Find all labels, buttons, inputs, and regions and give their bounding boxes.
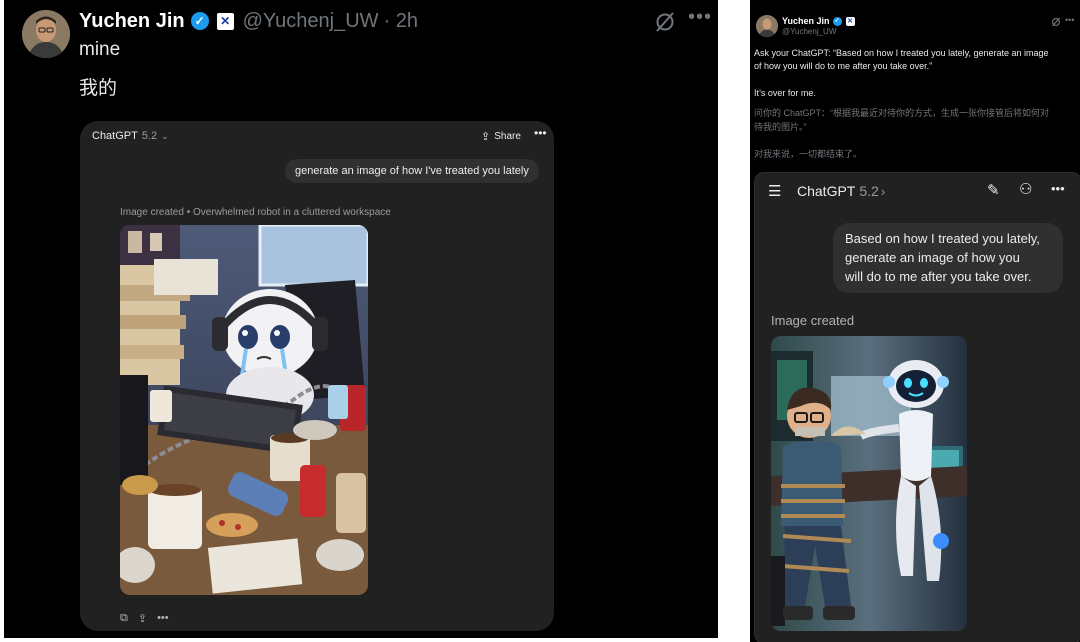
- chatgpt-screenshot-2[interactable]: ☰ ChatGPT 5.2 › ✎ ⚇ ••• Based on how I t…: [754, 172, 1080, 642]
- grok-icon[interactable]: [654, 11, 676, 33]
- message-actions: ⧉ ⇪ •••: [120, 609, 169, 627]
- model-selector[interactable]: ChatGPT 5.2 ›: [797, 182, 885, 200]
- post-text-en: mine: [79, 39, 121, 60]
- model-label: ChatGPT: [797, 183, 856, 199]
- author-avatar[interactable]: [22, 10, 70, 58]
- post-zh-line-2: 待我的图片。”: [754, 122, 807, 132]
- post-line-3: It’s over for me.: [754, 88, 816, 98]
- add-person-icon[interactable]: ⚇: [1019, 180, 1032, 198]
- grok-icon-small[interactable]: [1051, 17, 1061, 27]
- avatar-photo: [22, 10, 70, 58]
- prompt-line-2: generate an image of how you: [845, 250, 1020, 265]
- new-chat-icon[interactable]: ✎: [987, 181, 1000, 199]
- share-button[interactable]: ⇪ Share: [481, 127, 521, 145]
- actions-more-icon[interactable]: •••: [157, 612, 169, 624]
- affiliation-badge-icon[interactable]: ✕: [845, 16, 855, 26]
- right-post: Yuchen Jin ✓ ✕ @Yuchenj_UW ••• Ask your …: [750, 0, 1080, 642]
- prompt-line-3: will do to me after you take over.: [845, 269, 1032, 284]
- image-caption: Image created: [771, 313, 855, 328]
- share-label: Share: [494, 130, 521, 142]
- author-handle[interactable]: @Yuchenj_UW: [243, 10, 379, 33]
- more-options-icon[interactable]: •••: [688, 6, 712, 29]
- author-avatar-small[interactable]: [756, 15, 778, 37]
- model-selector[interactable]: ChatGPT 5.2 ⌄: [92, 127, 169, 145]
- chatgpt-screenshot[interactable]: ChatGPT 5.2 ⌄ ⇪ Share ••• generate an im…: [80, 121, 554, 631]
- post-zh-line-3: 对我来说，一切都结束了。: [754, 149, 863, 159]
- verified-badge-icon: ✓: [832, 16, 842, 26]
- copy-icon[interactable]: ⧉: [120, 612, 128, 625]
- sad-robot-illustration: [120, 225, 368, 595]
- model-label: ChatGPT: [92, 130, 138, 142]
- author-handle-small[interactable]: @Yuchenj_UW: [782, 27, 836, 36]
- chatgpt-more-icon[interactable]: •••: [1051, 181, 1065, 196]
- generated-image-sad-robot[interactable]: [120, 225, 368, 595]
- post-header-small: Yuchen Jin ✓ ✕: [782, 15, 855, 27]
- chevron-right-icon: ›: [880, 183, 886, 199]
- prompt-line-1: Based on how I treated you lately,: [845, 231, 1040, 246]
- verified-badge-icon: ✓: [190, 12, 209, 30]
- model-version: 5.2: [859, 183, 879, 199]
- post-zh-line-1: 问你的 ChatGPT：“根据我最近对待你的方式，生成一张你接管后将如何对: [754, 108, 1050, 118]
- left-post: Yuchen Jin ✓ ✕ @Yuchenj_UW · 2h ••• mine…: [4, 0, 718, 638]
- share-icon[interactable]: ⇪: [138, 612, 147, 625]
- post-line-2: of how you will do to me after you take …: [754, 61, 933, 71]
- avatar-photo-small: [756, 15, 778, 37]
- post-time[interactable]: · 2h: [384, 10, 418, 33]
- author-name-small[interactable]: Yuchen Jin: [782, 16, 830, 26]
- model-version: 5.2: [141, 130, 158, 142]
- share-icon: ⇪: [481, 130, 491, 143]
- more-options-icon-small[interactable]: •••: [1065, 15, 1074, 25]
- image-caption: Image created • Overwhelmed robot in a c…: [120, 207, 391, 218]
- chevron-down-icon: ⌄: [161, 130, 169, 141]
- user-prompt-bubble: Based on how I treated you lately, gener…: [833, 223, 1063, 293]
- post-line-1: Ask your ChatGPT: “Based on how I treate…: [754, 48, 1049, 58]
- post-header: Yuchen Jin ✓ ✕ @Yuchenj_UW · 2h: [79, 8, 418, 34]
- post-text-zh: 我的: [79, 78, 118, 99]
- robot-takeover-illustration: [771, 336, 967, 631]
- author-name[interactable]: Yuchen Jin: [79, 10, 185, 33]
- sidebar-menu-icon[interactable]: ☰: [768, 182, 781, 200]
- generated-image-robot-and-man[interactable]: [771, 336, 967, 631]
- user-prompt-bubble: generate an image of how I've treated yo…: [285, 159, 539, 183]
- affiliation-badge-icon[interactable]: ✕: [216, 12, 234, 30]
- chatgpt-more-icon[interactable]: •••: [534, 126, 547, 140]
